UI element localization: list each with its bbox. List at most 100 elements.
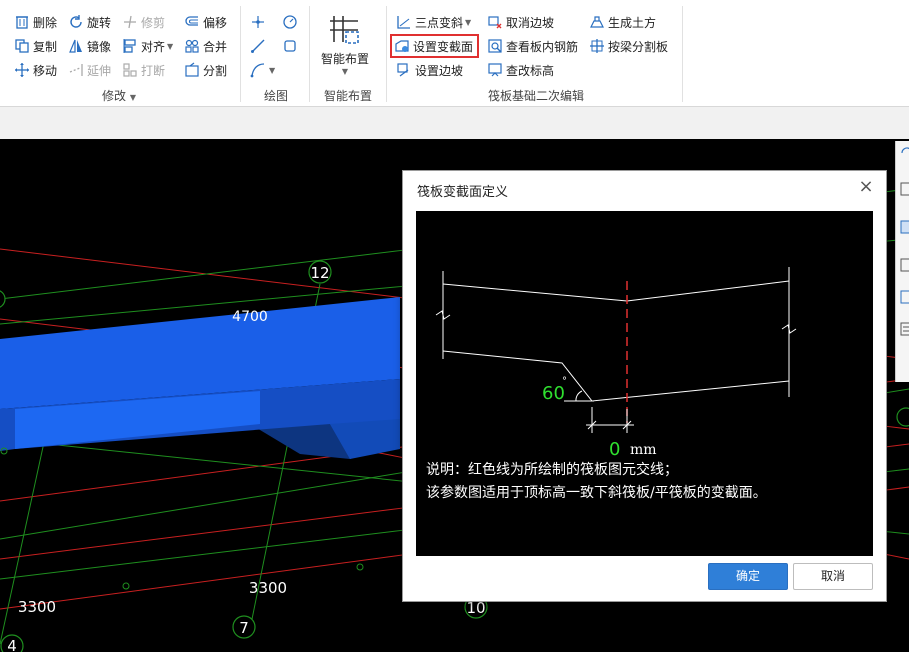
separator xyxy=(240,6,241,102)
edit-elevation-button[interactable]: 查改标高 xyxy=(487,60,554,80)
rotate-button[interactable]: 旋转 xyxy=(68,12,111,32)
toolbar-strip xyxy=(0,107,909,139)
ribbon: 删除 旋转 修剪 偏移 复制 镜像 对齐 ▼ 合并 移动 延伸 打断 分割 修改… xyxy=(0,0,909,107)
degree-symbol: ° xyxy=(562,376,567,387)
raft-group-label: 筏板基础二次编辑 xyxy=(488,89,585,103)
line-icon xyxy=(250,38,266,54)
three-point-slope-button[interactable]: 三点变斜 ▼ xyxy=(396,12,471,32)
rebar-icon xyxy=(487,38,503,54)
generate-earthwork-button[interactable]: 生成土方 xyxy=(589,12,656,32)
draw-group: ▼ 绘图 xyxy=(242,8,308,104)
copy-icon xyxy=(14,38,30,54)
merge-button[interactable]: 合并 xyxy=(184,36,227,56)
description-line-2: 该参数图适用于顶标高一致下斜筏板/平筏板的变截面。 xyxy=(426,485,767,501)
smart-group: 智能布置 ▼ 智能布置 xyxy=(310,8,384,104)
view-slab-rebar-label: 查看板内钢筋 xyxy=(506,39,579,54)
line-tool-button[interactable] xyxy=(250,36,269,56)
separator xyxy=(682,6,683,102)
align-button[interactable]: 对齐 ▼ xyxy=(122,36,173,56)
copy-button[interactable]: 复制 xyxy=(14,36,57,56)
view-slab-rebar-button[interactable]: 查看板内钢筋 xyxy=(487,36,578,56)
cancel-slope-icon xyxy=(487,14,503,30)
grid-label-12: 12 xyxy=(310,264,329,282)
mirror-icon xyxy=(68,38,84,54)
grid-label-4: 4 xyxy=(7,637,17,652)
cancel-button[interactable]: 取消 xyxy=(793,563,873,590)
split-label: 分割 xyxy=(203,63,228,78)
arc-icon xyxy=(250,62,266,78)
ok-button[interactable]: 确定 xyxy=(708,563,788,590)
right-tool-panel[interactable] xyxy=(895,141,909,382)
dimension-3300-a: 3300 xyxy=(249,579,287,597)
parameter-diagram: 60 ° 0 mm 说明：红色线为所绘制的筏板图元交线； 该参数图适用于顶标高一… xyxy=(416,211,873,556)
dimension-4700: 4700 xyxy=(232,309,268,325)
three-point-slope-label: 三点变斜 xyxy=(415,15,464,30)
trim-button[interactable]: 修剪 xyxy=(122,12,165,32)
break-button[interactable]: 打断 xyxy=(122,60,165,80)
trim-label: 修剪 xyxy=(141,15,166,30)
chevron-down-icon: ▼ xyxy=(341,67,349,76)
offset-icon xyxy=(184,14,200,30)
offset-label: 偏移 xyxy=(203,15,228,30)
chevron-down-icon: ▼ xyxy=(167,41,174,51)
chevron-down-icon: ▼ xyxy=(465,17,472,27)
earthwork-icon xyxy=(589,14,605,30)
draw-group-label: 绘图 xyxy=(264,89,289,103)
generate-earthwork-label: 生成土方 xyxy=(608,15,657,30)
chevron-down-icon: ▼ xyxy=(129,93,136,102)
split-button[interactable]: 分割 xyxy=(184,60,227,80)
set-variable-section-label: 设置变截面 xyxy=(413,39,474,54)
set-slope-label: 设置边坡 xyxy=(415,63,464,78)
close-icon[interactable]: × xyxy=(856,177,876,197)
split-icon xyxy=(184,62,200,78)
set-variable-section-button[interactable]: 设置变截面 xyxy=(389,34,480,58)
variable-section-dialog: 筏板变截面定义 × 60 ° 0 mm 说明：红色线为所绘制的筏板图元交线； 该… xyxy=(402,170,887,602)
circle-icon xyxy=(282,14,298,30)
three-point-slope-icon xyxy=(396,14,412,30)
extend-button[interactable]: 延伸 xyxy=(68,60,111,80)
point-icon xyxy=(250,14,266,30)
offset-distance-input[interactable]: 0 xyxy=(609,439,620,460)
dimension-3300-b: 3300 xyxy=(18,598,56,616)
modify-group-label[interactable]: 修改 ▼ xyxy=(102,87,136,104)
move-icon xyxy=(14,62,30,78)
rectangle-icon xyxy=(282,38,298,54)
grid-label-7: 7 xyxy=(239,619,249,637)
align-icon xyxy=(122,38,138,54)
split-by-beam-button[interactable]: 按梁分割板 xyxy=(589,36,668,56)
dialog-description: 说明：红色线为所绘制的筏板图元交线； 该参数图适用于顶标高一致下斜筏板/平筏板的… xyxy=(426,459,767,505)
mirror-button[interactable]: 镜像 xyxy=(68,36,111,56)
split-by-beam-icon xyxy=(589,38,605,54)
align-label: 对齐 xyxy=(141,39,166,54)
merge-label: 合并 xyxy=(203,39,228,54)
rect-tool-button[interactable] xyxy=(282,36,301,56)
smart-layout-button[interactable]: 智能布置 ▼ xyxy=(314,10,376,82)
variable-section-icon xyxy=(394,38,410,54)
dialog-title: 筏板变截面定义 xyxy=(417,185,509,200)
edit-elevation-label: 查改标高 xyxy=(506,63,555,78)
smart-layout-label: 智能布置 xyxy=(320,52,369,66)
modify-group: 删除 旋转 修剪 偏移 复制 镜像 对齐 ▼ 合并 移动 延伸 打断 分割 修改… xyxy=(0,8,238,104)
description-line-1: 说明：红色线为所绘制的筏板图元交线； xyxy=(426,462,678,478)
move-label: 移动 xyxy=(33,63,58,78)
move-button[interactable]: 移动 xyxy=(14,60,57,80)
cancel-slope-label: 取消边坡 xyxy=(506,15,555,30)
break-icon xyxy=(122,62,138,78)
smart-layout-icon xyxy=(328,12,362,46)
set-slope-icon xyxy=(396,62,412,78)
rotate-icon xyxy=(68,14,84,30)
smart-group-label: 智能布置 xyxy=(324,89,373,103)
mirror-label: 镜像 xyxy=(87,39,112,54)
rotate-label: 旋转 xyxy=(87,15,112,30)
delete-icon xyxy=(14,14,30,30)
cancel-slope-button[interactable]: 取消边坡 xyxy=(487,12,554,32)
merge-icon xyxy=(184,38,200,54)
set-slope-button[interactable]: 设置边坡 xyxy=(396,60,463,80)
arc-tool-button[interactable]: ▼ xyxy=(250,60,275,80)
delete-button[interactable]: 删除 xyxy=(14,12,57,32)
circle-tool-button[interactable] xyxy=(282,12,301,32)
offset-button[interactable]: 偏移 xyxy=(184,12,227,32)
raft-group: 三点变斜 ▼ 取消边坡 生成土方 设置变截面 查看板内钢筋 按梁分割板 设置边坡 xyxy=(388,8,680,104)
elevation-icon xyxy=(487,62,503,78)
point-tool-button[interactable] xyxy=(250,12,269,32)
